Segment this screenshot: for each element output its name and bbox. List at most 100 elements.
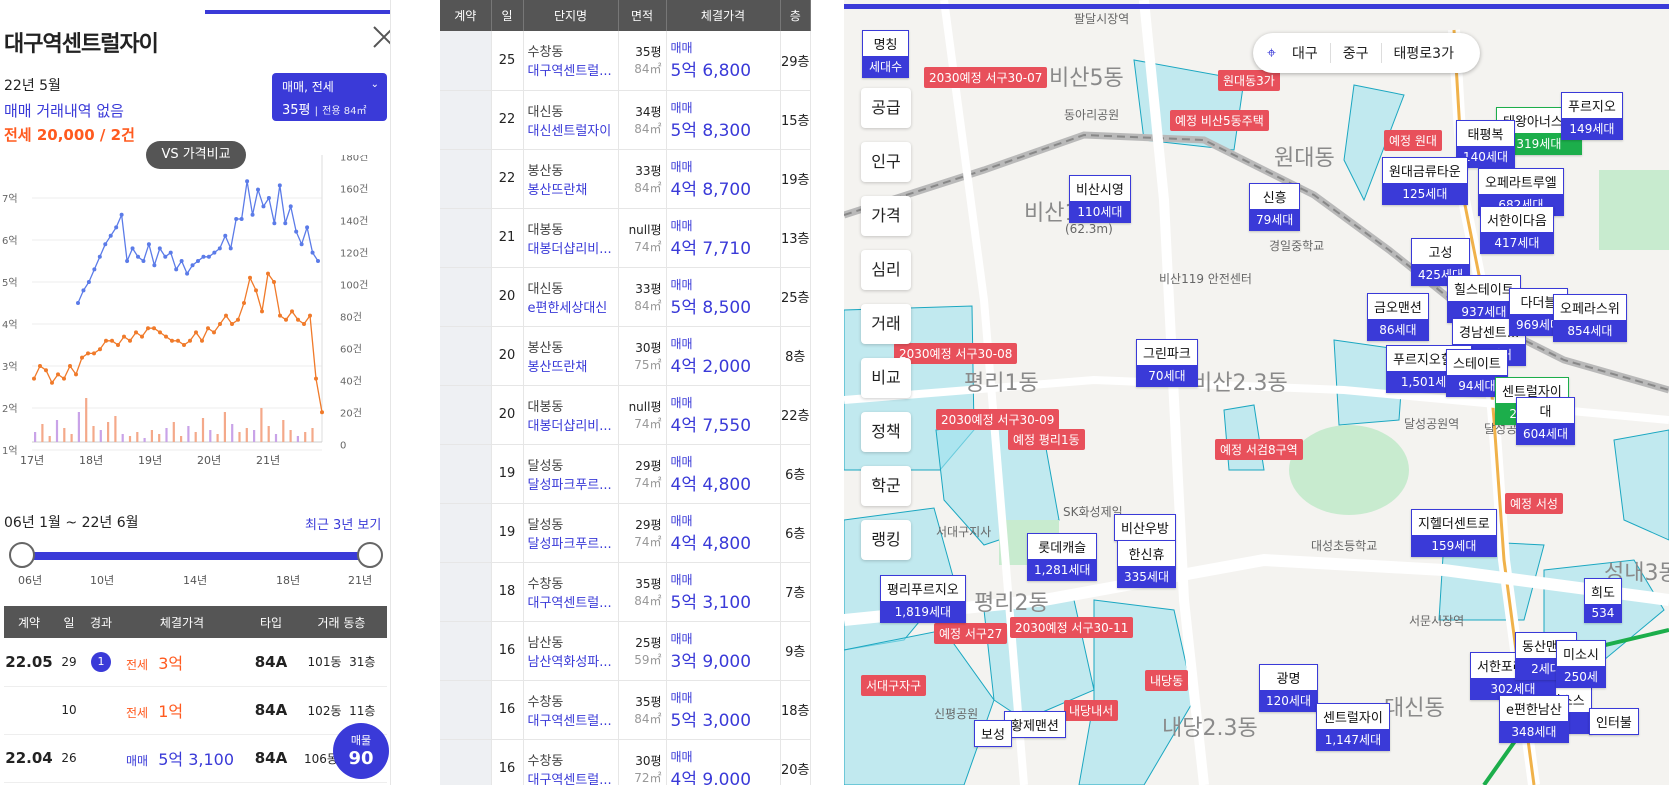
map-view[interactable]: 비산5동 원대동 비산1동 평리1동 비산2.3동 평리2동 성내3동 대신동 내당2.3동 팔달…: [844, 0, 1669, 785]
table-row[interactable]: 16 수창동 대구역센트럴... 30평 72㎡ 매매 4억 9,000 20층: [440, 739, 811, 785]
slider-start-handle[interactable]: [9, 542, 35, 568]
map-menu-item[interactable]: 학군: [861, 466, 911, 506]
col-area[interactable]: 면적: [618, 0, 667, 31]
map-menu-item[interactable]: 인구: [861, 142, 911, 182]
map-menu-item[interactable]: 랭킹: [861, 520, 911, 560]
map-menu-item[interactable]: 심리: [861, 250, 911, 290]
map-menu-item[interactable]: 정책: [861, 412, 911, 452]
table-row[interactable]: 19 달성동 달성파크푸르... 29평 74㎡ 매매 4억 4,800 6층: [440, 503, 811, 563]
redevelopment-tag[interactable]: 예정 서성: [1505, 493, 1563, 514]
table-row[interactable]: 18 수창동 대구역센트럴... 35평 84㎡ 매매 5억 3,100 7층: [440, 562, 811, 622]
redevelopment-tag[interactable]: 내당동: [1145, 670, 1189, 691]
redevelopment-tag[interactable]: 예정 서구27: [934, 623, 1008, 644]
breadcrumb-city[interactable]: 대구: [1280, 43, 1331, 63]
apartment-marker[interactable]: 지헬더센트로 159세대: [1411, 509, 1497, 557]
col-floor[interactable]: 층: [780, 0, 811, 31]
col-contract[interactable]: 계약: [4, 606, 54, 638]
complex-name[interactable]: 대구역센트럴...: [528, 592, 618, 611]
col-day[interactable]: 일: [491, 0, 524, 31]
slider-end-handle[interactable]: [357, 542, 383, 568]
complex-name[interactable]: 봉산뜨란채: [528, 356, 618, 375]
apartment-marker[interactable]: 미소시 250세: [1556, 640, 1606, 688]
map-menu-item[interactable]: 공급: [861, 88, 911, 128]
table-row[interactable]: 10 전세 1억 84A 102동 11층: [4, 686, 387, 735]
redevelopment-tag[interactable]: 2030예정 서구30-11: [1010, 617, 1134, 638]
panel-drag-bar[interactable]: [205, 10, 390, 14]
col-price[interactable]: 체결가격: [666, 0, 781, 31]
complex-name[interactable]: 대봉더샵리비...: [528, 415, 618, 434]
complex-name[interactable]: e편한세상대신: [528, 297, 618, 316]
table-row[interactable]: 20 대봉동 대봉더샵리비... null평 74㎡ 매매 4억 7,550 22층: [440, 385, 811, 445]
redevelopment-tag[interactable]: 서대구자구: [861, 675, 927, 696]
col-complex[interactable]: 단지명: [523, 0, 619, 31]
recent-3-years-link[interactable]: 최근 3년 보기: [305, 514, 381, 533]
col-price[interactable]: 체결가격: [118, 606, 246, 638]
apartment-marker[interactable]: 롯데캐슬 1,281세대: [1027, 533, 1098, 581]
table-row[interactable]: 16 남산동 남산역화성파... 25평 59㎡ 매매 3억 9,000 9층: [440, 621, 811, 681]
redevelopment-tag[interactable]: 2030예정 서구30-08: [894, 343, 1018, 364]
complex-name[interactable]: 달성파크푸르...: [528, 474, 618, 493]
map-menu-item[interactable]: 비교: [861, 358, 911, 398]
col-elapsed[interactable]: 경과: [84, 606, 118, 638]
redevelopment-tag[interactable]: 예정 원대: [1384, 130, 1442, 151]
table-row[interactable]: 21 대봉동 대봉더샵리비... null평 74㎡ 매매 4억 7,710 13층: [440, 208, 811, 268]
apartment-marker[interactable]: 평리푸르지오 1,819세대: [880, 575, 966, 623]
complex-name[interactable]: 봉산뜨란채: [528, 179, 618, 198]
listings-button[interactable]: 매물 90: [333, 723, 389, 779]
redevelopment-tag[interactable]: 예정 평리1동: [1008, 429, 1085, 450]
redevelopment-tag[interactable]: 내당내서: [1064, 700, 1119, 721]
col-type[interactable]: 타입: [246, 606, 296, 638]
complex-name[interactable]: 대구역센트럴...: [528, 60, 618, 79]
trade-type-size-dropdown[interactable]: 매매, 전세 ⌄ 35평 | 전용 84㎡: [272, 73, 387, 121]
date-range-slider[interactable]: [22, 552, 370, 560]
col-day[interactable]: 일: [54, 606, 84, 638]
apartment-marker[interactable]: 명칭 세대수: [862, 30, 910, 78]
breadcrumb-district[interactable]: 중구: [1331, 43, 1382, 63]
crosshair-icon[interactable]: ⌖: [1267, 43, 1280, 63]
apartment-marker[interactable]: 그린파크 70세대: [1136, 339, 1198, 387]
apartment-marker[interactable]: 신흥 79세대: [1249, 183, 1301, 231]
apartment-marker[interactable]: 인터불: [1589, 708, 1639, 735]
apartment-marker[interactable]: 비산시영 110세대: [1069, 175, 1131, 223]
redevelopment-tag[interactable]: 예정 비산5동주택: [1170, 110, 1269, 131]
col-contract[interactable]: 계약: [440, 0, 492, 31]
apartment-marker[interactable]: 한신휴 335세대: [1117, 540, 1176, 588]
complex-name[interactable]: 달성파크푸르...: [528, 533, 618, 552]
complex-name[interactable]: 대구역센트럴...: [528, 710, 618, 729]
apartment-marker[interactable]: 보성: [974, 720, 1012, 747]
apartment-marker[interactable]: 센트럴자이 1,147세대: [1316, 703, 1390, 751]
complex-name[interactable]: 대구역센트럴...: [528, 769, 618, 785]
table-row[interactable]: 22 대신동 대신센트럴자이 34평 84㎡ 매매 5억 8,300 15층: [440, 90, 811, 150]
redevelopment-tag[interactable]: 2030예정 서구30-07: [924, 67, 1048, 88]
apartment-marker[interactable]: 비산우방: [1114, 514, 1176, 541]
apartment-marker[interactable]: 푸르지오 149세대: [1561, 92, 1623, 140]
redevelopment-tag[interactable]: 원대동3가: [1218, 70, 1280, 91]
apartment-marker[interactable]: 희도 534: [1584, 578, 1622, 623]
table-row[interactable]: 22.04 26 매매 5억 3,100 84A 106동: [4, 734, 387, 783]
redevelopment-tag[interactable]: 예정 서검8구역: [1215, 439, 1303, 460]
table-row[interactable]: 20 봉산동 봉산뜨란채 30평 75㎡ 매매 4억 2,000 8층: [440, 326, 811, 386]
table-row[interactable]: 22.05 29 1 전세 3억 84A 101동 31층: [4, 638, 387, 687]
apartment-marker[interactable]: 광명 120세대: [1259, 664, 1318, 712]
complex-name[interactable]: 대신센트럴자이: [528, 120, 618, 139]
apartment-marker[interactable]: 금오맨션 86세대: [1367, 293, 1429, 341]
table-row[interactable]: 25 수창동 대구역센트럴... 35평 84㎡ 매매 5억 6,800 29층: [440, 31, 811, 91]
map-menu-item[interactable]: 거래: [861, 304, 911, 344]
map-menu-item[interactable]: 가격: [861, 196, 911, 236]
apartment-marker[interactable]: 오페라스위 854세대: [1553, 294, 1627, 342]
breadcrumb-dong[interactable]: 태평로3가: [1382, 43, 1466, 63]
close-icon[interactable]: [371, 24, 391, 50]
col-dong-floor[interactable]: 거래 동층: [296, 606, 387, 638]
table-row[interactable]: 20 대신동 e편한세상대신 33평 84㎡ 매매 5억 8,500 25층: [440, 267, 811, 327]
apartment-marker[interactable]: 황제맨션: [1004, 711, 1066, 738]
redevelopment-tag[interactable]: 2030예정 서구30-09: [936, 409, 1060, 430]
complex-name[interactable]: 남산역화성파...: [528, 651, 618, 670]
apartment-marker[interactable]: 서한이다음 417세대: [1480, 206, 1554, 254]
table-row[interactable]: 19 달성동 달성파크푸르... 29평 74㎡ 매매 4억 4,800 6층: [440, 444, 811, 504]
apartment-marker[interactable]: 대 604세대: [1516, 397, 1575, 445]
apartment-marker[interactable]: e편한남산 348세대: [1499, 695, 1569, 743]
apartment-marker[interactable]: 원대금류타운 125세대: [1382, 157, 1468, 205]
table-row[interactable]: 16 수창동 대구역센트럴... 35평 84㎡ 매매 5억 3,000 18층: [440, 680, 811, 740]
complex-name[interactable]: 대봉더샵리비...: [528, 238, 618, 257]
table-row[interactable]: 22 봉산동 봉산뜨란채 33평 84㎡ 매매 4억 8,700 19층: [440, 149, 811, 209]
